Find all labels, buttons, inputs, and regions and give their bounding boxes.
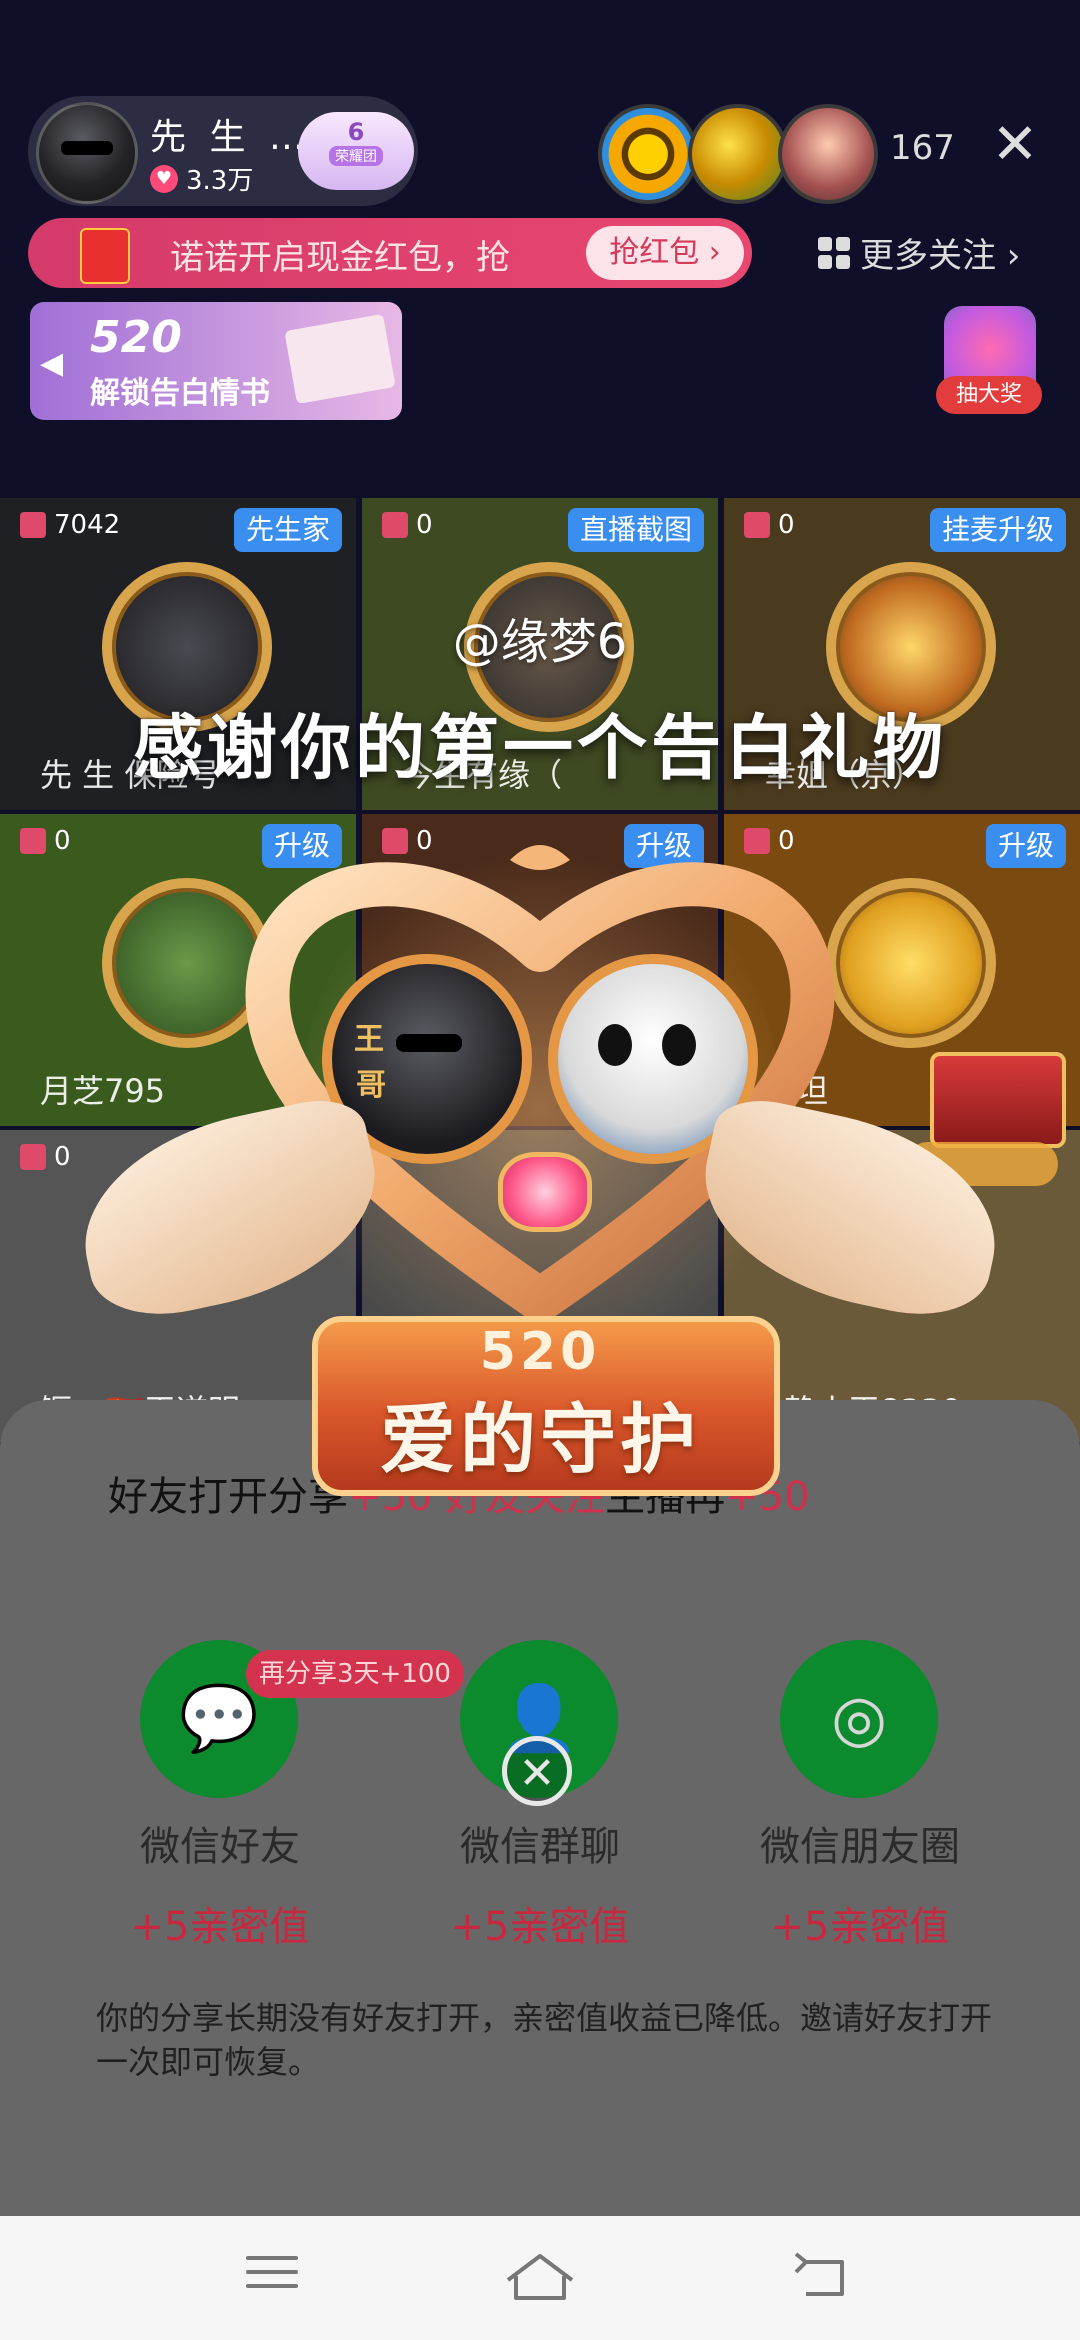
- gift-icon: [20, 1144, 46, 1170]
- seat-gift-count: 0: [744, 510, 795, 540]
- grid-icon: [818, 236, 850, 269]
- heart-icon: ♥: [150, 164, 178, 193]
- close-icon[interactable]: ✕: [990, 117, 1040, 173]
- gift-number: 520: [479, 1322, 601, 1382]
- share-option-label[interactable]: 微信群聊: [390, 1814, 690, 1872]
- seat-name: 月芝795: [40, 1072, 166, 1110]
- share-option-bonus: +5亲密值: [450, 1904, 630, 1950]
- host-name: 先 生 …: [150, 117, 311, 158]
- love-letter-icon: [284, 313, 396, 405]
- gift-icon: [20, 828, 46, 854]
- gift-icon: [744, 512, 770, 538]
- grab-red-packet-button[interactable]: 抢红包 ›: [586, 226, 744, 280]
- seat-tag[interactable]: 先生家: [233, 508, 342, 552]
- promo-badge: 再分享3天+100: [246, 1650, 464, 1698]
- fan-club-level: 6: [347, 118, 365, 146]
- share-option-label[interactable]: 微信朋友圈: [710, 1814, 1010, 1872]
- host-likes: ♥ 3.3万: [150, 160, 253, 197]
- menu-icon[interactable]: [232, 2246, 312, 2310]
- gift-thanks-title: 感谢你的第一个告白礼物: [133, 707, 947, 789]
- chevron-left-icon: ◀: [40, 346, 64, 381]
- seat-gift-count: 7042: [20, 510, 120, 540]
- fan-club-badge[interactable]: 6 荣耀团: [298, 112, 414, 190]
- wechat-moments-button[interactable]: ◎: [780, 1640, 938, 1798]
- red-packet-text: 诺诺开启现金红包，抢: [170, 238, 510, 278]
- moments-icon: ◎: [831, 1682, 887, 1756]
- viewer-avatar[interactable]: [778, 104, 878, 204]
- seat-tag[interactable]: 挂麦升级: [929, 508, 1066, 552]
- gift-icon: [20, 512, 46, 538]
- seat-tag[interactable]: 升级: [985, 824, 1066, 868]
- seat-gift-count: 0: [20, 826, 71, 856]
- lottery-label[interactable]: 抽大奖: [936, 376, 1042, 414]
- share-option-bonus: +5亲密值: [130, 1904, 310, 1950]
- confession-text: 解锁告白情书: [90, 376, 270, 411]
- confession-letter-card[interactable]: ◀ 520 解锁告白情书: [30, 302, 402, 420]
- fan-club-label: 荣耀团: [329, 146, 383, 166]
- home-icon[interactable]: [500, 2246, 580, 2310]
- viewer-avatar[interactable]: [598, 104, 698, 204]
- back-icon[interactable]: [784, 2246, 864, 2310]
- seat-gift-count: 0: [20, 1142, 71, 1172]
- close-overlay-button[interactable]: ✕: [502, 1736, 572, 1806]
- heart-gem-icon: [498, 1152, 592, 1232]
- gift-name: 爱的守护: [380, 1395, 700, 1484]
- host-avatar[interactable]: [36, 102, 138, 204]
- gift-sender-name: @缘梦6: [452, 614, 628, 670]
- gift-icon: [382, 512, 408, 538]
- seat-tag[interactable]: 直播截图: [567, 508, 704, 552]
- viewer-avatar[interactable]: [688, 104, 788, 204]
- treasure-chest-icon[interactable]: [930, 1052, 1066, 1148]
- more-follow-label: 更多关注 ›: [860, 236, 1021, 276]
- seat-avatar[interactable]: [826, 878, 996, 1048]
- red-envelope-icon: [80, 228, 130, 284]
- share-option-bonus: +5亲密值: [770, 1904, 950, 1950]
- share-option-label[interactable]: 微信好友: [70, 1814, 370, 1872]
- confession-number: 520: [90, 312, 182, 363]
- host-likes-count: 3.3万: [186, 166, 254, 196]
- more-follow-link[interactable]: 更多关注 ›: [818, 228, 1020, 277]
- share-notice: 你的分享长期没有好友打开，亲密值收益已降低。邀请好友打开一次即可恢复。: [96, 1999, 993, 2081]
- viewer-count[interactable]: 167: [890, 128, 955, 168]
- share-sheet: [0, 1400, 1080, 2220]
- seat-gift-count: 0: [382, 510, 433, 540]
